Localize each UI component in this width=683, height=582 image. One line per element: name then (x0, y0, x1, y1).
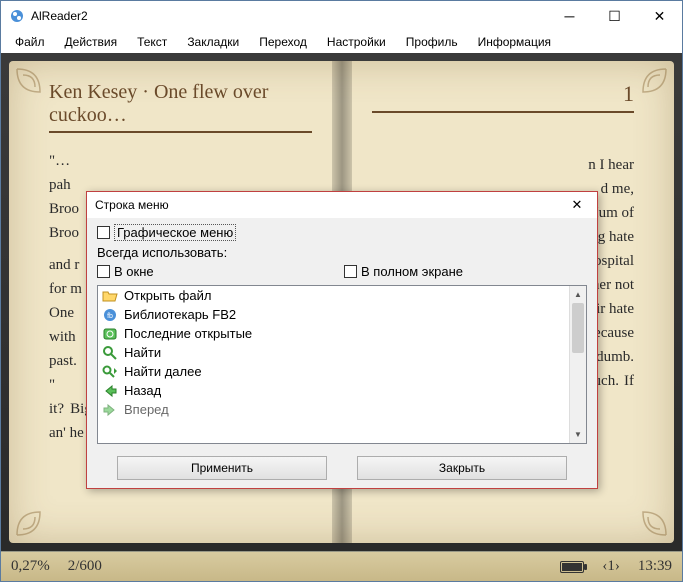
list-item[interactable]: fb Библиотекарь FB2 (98, 305, 569, 324)
book-area: Ken Kesey · One flew over cuckoo… "… pah… (1, 53, 682, 551)
menu-bookmarks[interactable]: Закладки (177, 33, 249, 51)
menu-profile[interactable]: Профиль (396, 33, 468, 51)
list-item[interactable]: Назад (98, 381, 569, 400)
fb2-library-icon: fb (102, 307, 118, 323)
menu-goto[interactable]: Переход (249, 33, 317, 51)
checkbox-graphic-menu[interactable] (97, 226, 110, 239)
list-item-label: Найти далее (124, 364, 202, 379)
status-time: 13:39 (638, 558, 672, 575)
book-header: Ken Kesey · One flew over cuckoo… (49, 81, 312, 133)
book-title: Ken Kesey · One flew over cuckoo… (49, 81, 312, 127)
statusbar: 0,27% 2/600 ‹1› 13:39 (1, 551, 682, 581)
menu-text[interactable]: Текст (127, 33, 177, 51)
scroll-up-button[interactable]: ▲ (570, 286, 586, 303)
dialog-close-button[interactable]: ✕ (565, 195, 589, 215)
list-item[interactable]: Открыть файл (98, 286, 569, 305)
listbox-scrollbar[interactable]: ▲ ▼ (569, 286, 586, 443)
find-next-icon (102, 364, 118, 380)
checkbox-in-window[interactable] (97, 265, 110, 278)
list-item-label: Найти (124, 345, 161, 360)
svg-text:fb: fb (107, 313, 113, 320)
menu-settings[interactable]: Настройки (317, 33, 396, 51)
list-item-label: Библиотекарь FB2 (124, 307, 236, 322)
recent-files-icon (102, 326, 118, 342)
list-item[interactable]: Найти далее (98, 362, 569, 381)
checkbox-fullscreen[interactable] (344, 265, 357, 278)
back-arrow-icon (102, 383, 118, 399)
text-line: n I hear (372, 153, 635, 177)
label-always-use: Всегда использовать: (97, 243, 587, 262)
minimize-button[interactable]: ─ (547, 1, 592, 31)
dialog-title: Строка меню (95, 198, 169, 212)
apply-button[interactable]: Применить (117, 456, 327, 480)
scroll-thumb[interactable] (572, 303, 584, 353)
forward-arrow-icon (102, 402, 118, 418)
titlebar: AlReader2 ─ ☐ ✕ (1, 1, 682, 31)
menu-file[interactable]: Файл (5, 33, 55, 51)
list-item-label: Вперед (124, 402, 169, 417)
scroll-down-button[interactable]: ▼ (570, 426, 586, 443)
menu-info[interactable]: Информация (468, 33, 561, 51)
dialog-titlebar[interactable]: Строка меню ✕ (87, 192, 597, 218)
maximize-button[interactable]: ☐ (592, 1, 637, 31)
page-number: 1 (372, 81, 635, 113)
menu-string-dialog: Строка меню ✕ Графическое меню Всегда ис… (86, 191, 598, 489)
menu-items-listbox[interactable]: Открыть файл fb Библиотекарь FB2 Последн… (97, 285, 587, 444)
status-pages: 2/600 (68, 558, 102, 575)
list-item-label: Открыть файл (124, 288, 211, 303)
list-item-label: Назад (124, 383, 161, 398)
list-item[interactable]: Найти (98, 343, 569, 362)
list-item[interactable]: Вперед (98, 400, 569, 419)
label-graphic-menu: Графическое меню (114, 224, 236, 241)
close-dialog-button[interactable]: Закрыть (357, 456, 567, 480)
status-percent: 0,27% (11, 558, 50, 575)
menubar: Файл Действия Текст Закладки Переход Нас… (1, 31, 682, 53)
window-title: AlReader2 (31, 9, 547, 23)
battery-icon (560, 561, 584, 573)
list-item-label: Последние открытые (124, 326, 252, 341)
menu-actions[interactable]: Действия (55, 33, 128, 51)
label-in-window: В окне (114, 264, 154, 279)
folder-open-icon (102, 288, 118, 304)
status-chapter: ‹1› (602, 558, 620, 575)
list-item[interactable]: Последние открытые (98, 324, 569, 343)
find-icon (102, 345, 118, 361)
text-line: "… (49, 149, 312, 173)
close-button[interactable]: ✕ (637, 1, 682, 31)
app-icon (9, 8, 25, 24)
label-fullscreen: В полном экране (361, 264, 463, 279)
